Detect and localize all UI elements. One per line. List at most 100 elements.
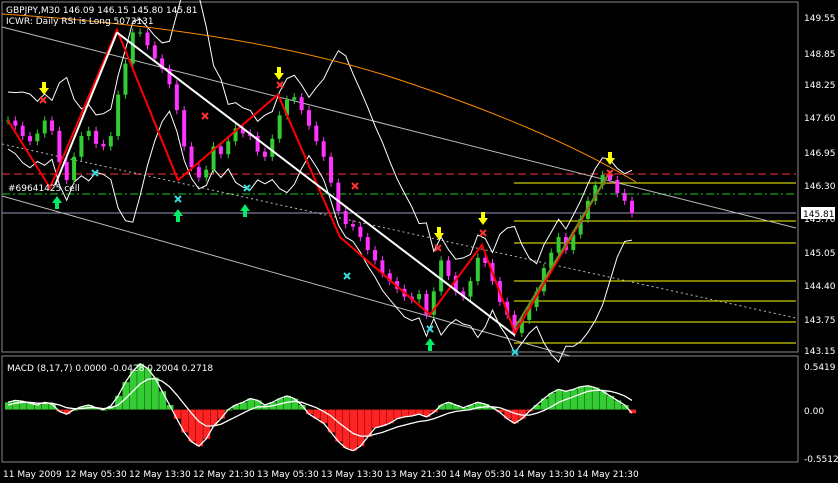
macd-tick: -0.5512 [804,455,838,465]
up-arrow-icon [52,196,62,209]
time-tick: 12 May 21:30 [193,470,255,480]
macd-bar [416,409,424,415]
macd-bar [34,405,42,410]
macd-bar [335,409,343,442]
long-moving-average [1,13,637,183]
candle-body [277,115,282,139]
candle-body [72,156,77,181]
candle-body [270,138,275,157]
candle-body [182,110,187,147]
macd-bar [599,391,607,410]
sell-cross-icon [479,229,487,237]
macd-bar [401,409,409,417]
candle-body [314,125,319,142]
time-tick: 14 May 05:30 [449,470,511,480]
candle-body [189,146,194,168]
down-arrow-icon [274,67,284,80]
candle-body [475,257,480,282]
candle-body [20,125,25,137]
up-arrow-icon [240,204,250,217]
dotted-trendline [1,143,797,319]
price-tick: 143.15 [804,347,836,357]
candle-body [358,226,363,238]
candle-body [329,156,334,183]
candle-body [123,63,128,95]
time-tick: 14 May 21:30 [577,470,639,480]
candle-body [42,120,47,134]
time-tick: 12 May 05:30 [65,470,127,480]
candle-body [79,136,84,157]
candle-body [28,136,33,142]
candle-body [196,167,201,178]
macd-bar [350,409,358,451]
candle-body [145,32,150,46]
time-tick: 13 May 13:30 [321,470,383,480]
zigzag-line [7,27,609,336]
price-tick: 144.40 [804,282,836,292]
time-tick: 11 May 2009 [3,470,62,480]
time-tick: 12 May 13:30 [129,470,191,480]
trend-segment [116,31,516,337]
macd-bar [577,386,585,410]
candle-body [556,237,561,253]
price-panel-frame [1,1,799,353]
candle-body [86,130,91,137]
candle-body [108,136,113,147]
candle-body [152,45,157,59]
candle-body [94,130,99,144]
trading-chart[interactable]: GBPJPY,M30 146.09 146.15 145.80 145.81 I… [0,0,838,483]
candle-body [343,211,348,225]
time-tick: 14 May 13:30 [513,470,575,480]
price-tick: 148.85 [804,50,836,60]
trend-segment [514,174,609,329]
macd-axis: 0.5419 0.00 -0.5512 [804,363,838,465]
candle-body [468,281,473,297]
macd-histogram [5,362,636,452]
candle-body [204,169,209,178]
macd-label: MACD (8,17,7) 0.0000 -0.0428 0.2004 0.27… [7,364,213,374]
price-axis: 149.55 148.85 148.25 147.60 146.95 146.3… [804,14,836,357]
buy-cross-icon [343,272,351,280]
macd-bar [379,409,387,427]
symbol-header: GBPJPY,M30 146.09 146.15 145.80 145.81 [6,6,197,16]
time-tick: 13 May 05:30 [257,470,319,480]
sell-cross-icon [276,81,284,89]
candle-body [446,260,451,276]
candle-body [622,193,627,201]
macd-tick: 0.5419 [804,363,836,373]
candle-body [50,120,55,131]
candle-body [417,294,422,300]
down-arrow-icon [605,152,615,165]
price-tick: 147.60 [804,114,836,124]
time-tick: 13 May 21:30 [385,470,447,480]
price-tick: 146.95 [804,149,836,159]
candle-body [630,200,634,214]
candle-body [57,130,62,162]
candle-body [13,120,18,126]
candle-body [138,32,143,34]
down-arrow-icon [39,82,49,95]
candle-body [615,180,620,194]
price-tick: 145.05 [804,249,836,259]
buy-cross-icon [174,195,182,203]
macd-bar [144,368,152,410]
level-lines [1,26,797,357]
down-arrow-icon [478,212,488,225]
candle-body [299,97,304,111]
macd-bar [372,409,380,428]
candle-body [101,143,106,147]
candle-body [336,182,341,212]
candle-body [351,224,356,227]
candle-body [439,260,444,292]
price-tick: 146.30 [804,182,836,192]
candle-body [226,141,231,155]
candle-body [306,110,311,126]
candle-body [35,133,40,142]
macd-tick: 0.00 [804,407,824,417]
price-tick: 143.75 [804,316,836,326]
candle-body [365,237,370,251]
macd-bar [159,391,167,410]
candle-body [292,97,297,100]
macd-bar [555,389,563,410]
macd-bar [5,402,12,410]
